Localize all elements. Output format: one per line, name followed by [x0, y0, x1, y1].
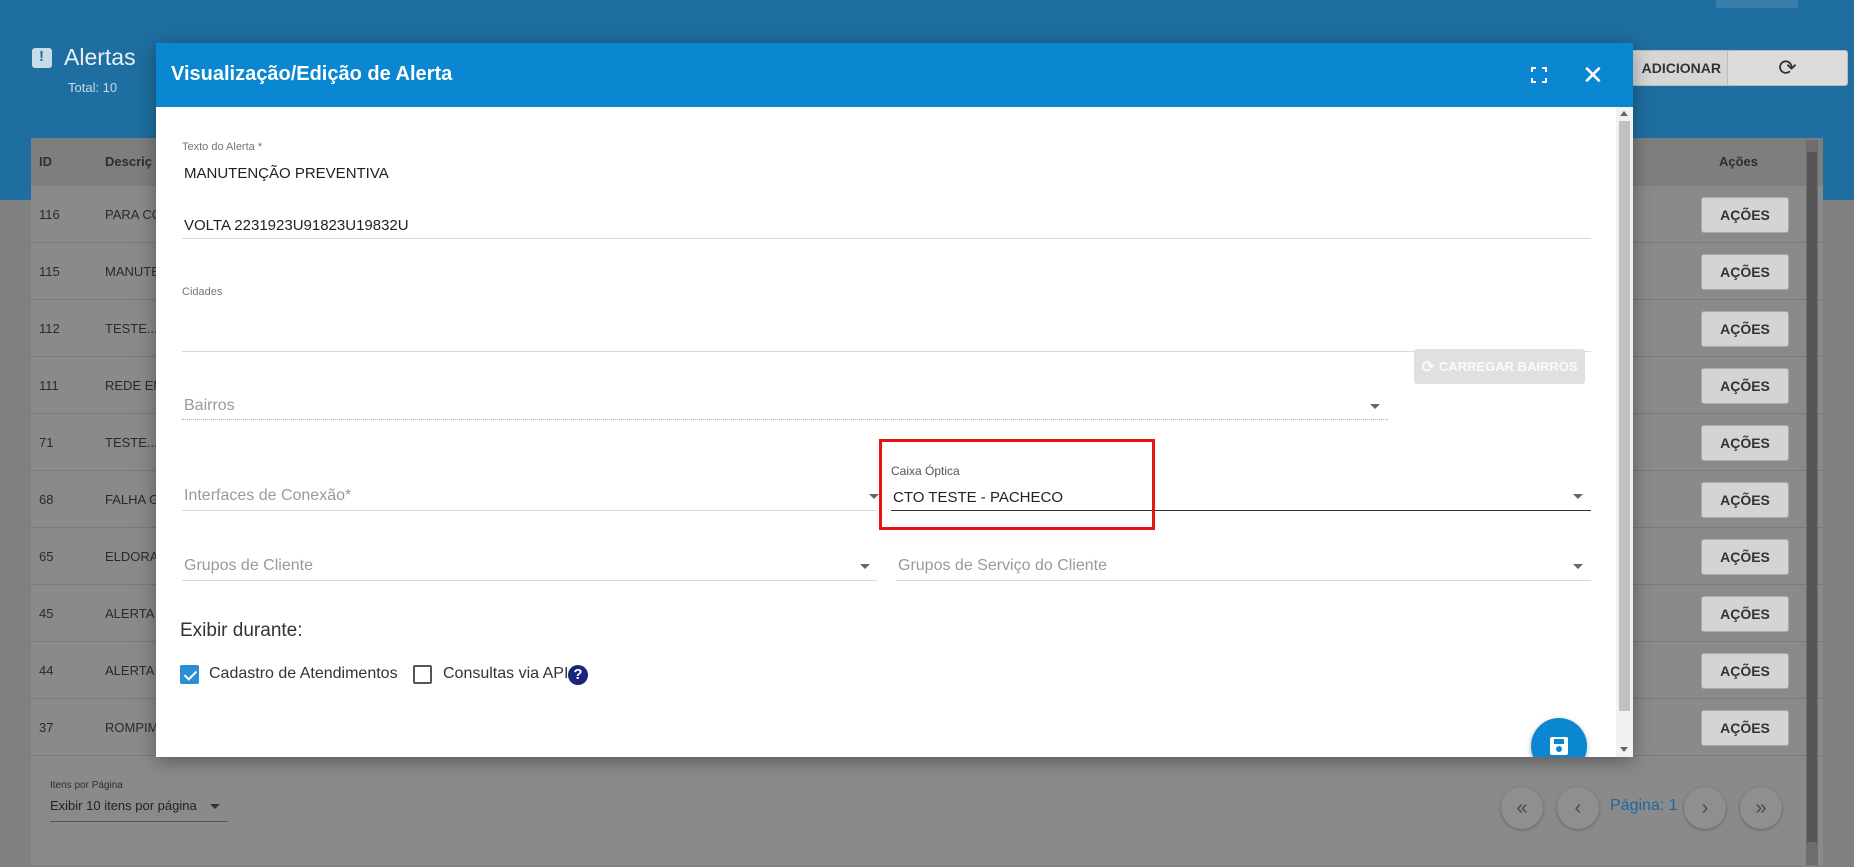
row-description: MANUTE [105, 264, 160, 279]
client-service-groups-select[interactable]: Grupos de Serviço do Cliente [898, 557, 1107, 575]
alert-text-line1[interactable]: MANUTENÇÃO PREVENTIVA [184, 165, 389, 182]
display-during-title: Exibir durante: [180, 620, 303, 641]
row-id: 71 [39, 435, 54, 450]
row-description: FALHA G [105, 492, 160, 507]
header-description: Descriç [105, 154, 152, 169]
dialog-title: Visualização/Edição de Alerta [171, 63, 453, 85]
load-neighborhoods-label: CARREGAR BAIRROS [1438, 359, 1578, 374]
row-actions-button[interactable]: AÇÕES [1701, 482, 1789, 518]
attendance-registration-label[interactable]: Cadastro de Atendimentos [209, 665, 398, 683]
page-title: Alertas [32, 44, 136, 71]
prev-page-button[interactable]: ‹ [1557, 787, 1599, 829]
row-actions-button[interactable]: AÇÕES [1701, 254, 1789, 290]
row-actions-button[interactable]: AÇÕES [1701, 653, 1789, 689]
row-id: 111 [39, 378, 59, 393]
close-icon[interactable]: ✕ [1582, 62, 1604, 88]
row-actions-button[interactable]: AÇÕES [1701, 596, 1789, 632]
row-id: 37 [39, 720, 54, 735]
row-actions-button[interactable]: AÇÕES [1701, 368, 1789, 404]
items-per-page-label: Itens por Página [50, 780, 123, 791]
row-id: 116 [39, 207, 60, 222]
row-id: 45 [39, 606, 54, 621]
refresh-icon: ⟳ [1421, 358, 1435, 376]
attendance-registration-checkbox[interactable] [180, 665, 199, 684]
save-icon [1550, 737, 1568, 755]
row-description: ALERTA [105, 606, 155, 621]
alert-edit-dialog: Visualização/Edição de Alerta ✕ [156, 43, 1633, 757]
last-page-button[interactable]: » [1740, 787, 1782, 829]
client-groups-select[interactable]: Grupos de Cliente [184, 557, 313, 575]
row-id: 65 [39, 549, 54, 564]
total-count: Total: 10 [68, 80, 118, 95]
row-id: 44 [39, 663, 54, 678]
dialog-header: Visualização/Edição de Alerta ✕ [156, 43, 1633, 107]
api-queries-checkbox[interactable] [413, 665, 432, 684]
refresh-button[interactable]: ⟳ [1727, 50, 1848, 86]
neighborhoods-underline [182, 419, 1388, 420]
chevron-down-icon [1573, 494, 1583, 499]
row-description: ELDORAI [105, 549, 163, 564]
row-description: ROMPIM [105, 720, 159, 735]
page-scrollbar[interactable] [1806, 140, 1818, 865]
row-actions-button[interactable]: AÇÕES [1701, 539, 1789, 575]
connection-interfaces-select[interactable]: Interfaces de Conexão* [184, 487, 351, 505]
items-per-page-select[interactable]: Exibir 10 itens por página [50, 798, 228, 822]
cities-label: Cidades [182, 286, 223, 298]
scroll-down-icon[interactable] [1620, 747, 1628, 752]
interfaces-underline [182, 510, 877, 511]
chevron-down-icon [210, 804, 220, 809]
chevron-down-icon [860, 564, 870, 569]
dialog-scrollbar-thumb[interactable] [1619, 121, 1630, 711]
row-actions-button[interactable]: AÇÕES [1701, 197, 1789, 233]
neighborhoods-select[interactable]: Bairros [184, 397, 235, 415]
next-page-button[interactable]: › [1684, 787, 1726, 829]
row-id: 115 [39, 264, 60, 279]
highlight-box [879, 439, 1155, 530]
top-tab [1716, 0, 1798, 8]
row-id: 68 [39, 492, 54, 507]
row-description: PARA CO [105, 207, 162, 222]
row-actions-button[interactable]: AÇÕES [1701, 425, 1789, 461]
alert-text-label: Texto do Alerta * [182, 141, 263, 153]
page-title-text: Alertas [64, 44, 136, 70]
page-scrollbar-thumb[interactable] [1807, 152, 1817, 842]
client-service-groups-underline [896, 580, 1591, 581]
load-neighborhoods-button[interactable]: ⟳ CARREGAR BAIRROS [1414, 349, 1585, 384]
chevron-down-icon [1573, 564, 1583, 569]
row-id: 112 [39, 321, 60, 336]
chevron-down-icon [1370, 404, 1380, 409]
scroll-up-icon[interactable] [1620, 111, 1628, 116]
add-button[interactable]: ADICIONAR [1618, 50, 1732, 86]
fullscreen-icon[interactable] [1531, 67, 1547, 83]
first-page-button[interactable]: « [1501, 787, 1543, 829]
alert-text-line2[interactable]: VOLTA 2231923U91823U19832U [184, 217, 409, 234]
row-description: TESTE... [105, 435, 158, 450]
row-description: ALERTA [105, 663, 155, 678]
header-actions: Ações [1719, 154, 1759, 169]
dialog-scrollbar[interactable] [1616, 107, 1633, 757]
cities-field[interactable] [182, 351, 1591, 352]
refresh-icon: ⟳ [1778, 55, 1797, 80]
row-description: TESTE... [105, 321, 158, 336]
alert-text-underline [182, 238, 1591, 239]
row-actions-button[interactable]: AÇÕES [1701, 710, 1789, 746]
page-indicator: Página: 1 [1610, 797, 1678, 814]
client-groups-underline [182, 580, 877, 581]
help-icon[interactable]: ? [568, 665, 588, 685]
alert-icon [32, 47, 52, 68]
chevron-down-icon [869, 494, 879, 499]
api-queries-label[interactable]: Consultas via API [443, 665, 568, 683]
row-actions-button[interactable]: AÇÕES [1701, 311, 1789, 347]
items-per-page-value: Exibir 10 itens por página [50, 798, 197, 813]
header-id: ID [39, 154, 52, 169]
